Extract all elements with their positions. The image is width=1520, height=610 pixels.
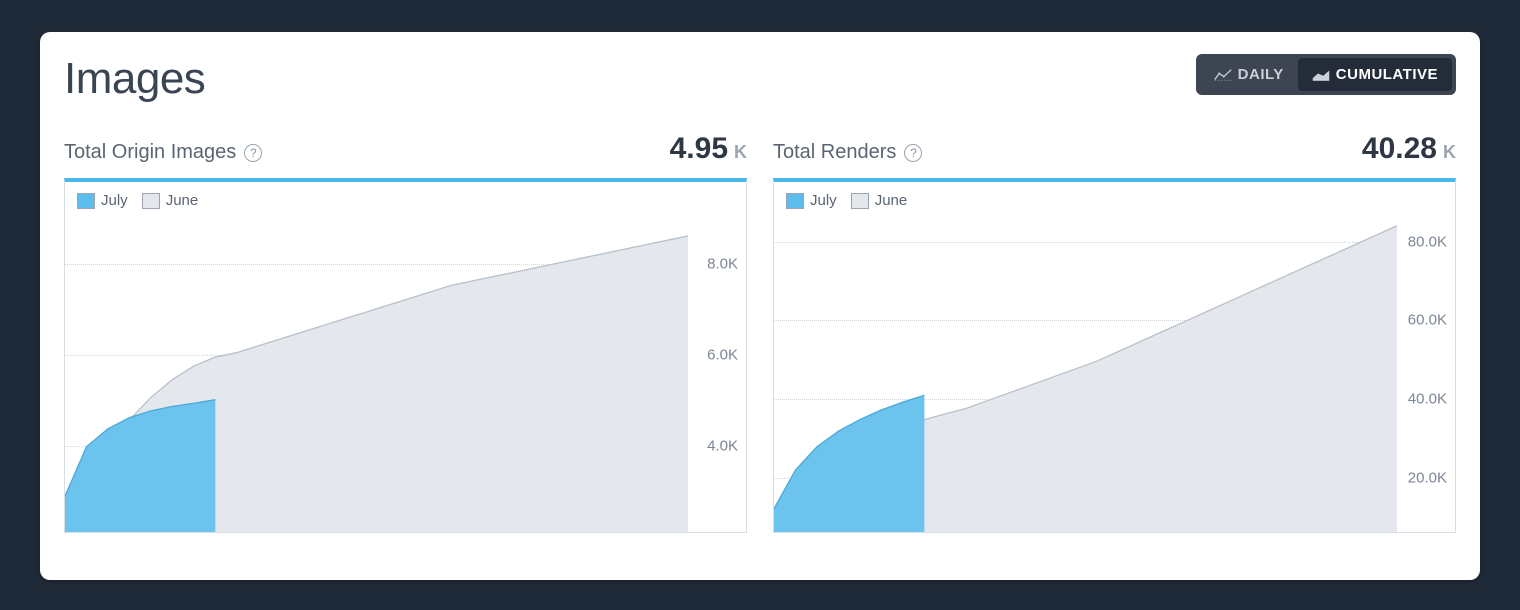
y-tick-label: 4.0K xyxy=(707,437,738,454)
plot-area xyxy=(65,218,688,532)
chart-title: Total Origin Images xyxy=(64,141,236,164)
chart-metric: 4.95 K xyxy=(670,132,747,166)
legend-label-june: June xyxy=(875,192,908,209)
cumulative-label: CUMULATIVE xyxy=(1336,66,1438,83)
metric-unit: K xyxy=(734,142,747,163)
y-tick-label: 60.0K xyxy=(1408,312,1447,329)
cumulative-toggle[interactable]: CUMULATIVE xyxy=(1298,58,1452,91)
legend-item-july: July xyxy=(786,192,837,209)
legend-item-july: July xyxy=(77,192,128,209)
help-icon[interactable]: ? xyxy=(904,144,922,162)
legend-label-july: July xyxy=(101,192,128,209)
line-chart-icon xyxy=(1214,68,1232,82)
swatch-july xyxy=(77,193,95,209)
chart-card-renders: Total Renders ? 40.28 K July June xyxy=(773,132,1456,533)
chart-legend: July June xyxy=(77,192,198,209)
metric-unit: K xyxy=(1443,142,1456,163)
legend-label-june: June xyxy=(166,192,199,209)
images-panel: Images DAILY CUMULATIVE xyxy=(40,32,1480,580)
chart-box: July June 8.0K 6.0K 4.0K xyxy=(64,178,747,533)
y-tick-label: 8.0K xyxy=(707,255,738,272)
swatch-july xyxy=(786,193,804,209)
chart-title-left: Total Renders ? xyxy=(773,141,922,164)
metric-value: 40.28 xyxy=(1362,132,1437,166)
chart-title-left: Total Origin Images ? xyxy=(64,141,262,164)
daily-label: DAILY xyxy=(1238,66,1284,83)
chart-title: Total Renders xyxy=(773,141,896,164)
chart-box: July June 80.0K 60.0K 40.0K 20.0K xyxy=(773,178,1456,533)
chart-card-origin-images: Total Origin Images ? 4.95 K July Jun xyxy=(64,132,747,533)
help-icon[interactable]: ? xyxy=(244,144,262,162)
chart-title-row: Total Renders ? 40.28 K xyxy=(773,132,1456,166)
series-area xyxy=(774,395,924,532)
chart-legend: July June xyxy=(786,192,907,209)
area-chart-icon xyxy=(1312,68,1330,82)
series-area xyxy=(65,400,215,532)
plot-area xyxy=(774,218,1397,532)
legend-label-july: July xyxy=(810,192,837,209)
daily-toggle[interactable]: DAILY xyxy=(1200,58,1298,91)
chart-title-row: Total Origin Images ? 4.95 K xyxy=(64,132,747,166)
swatch-june xyxy=(851,193,869,209)
swatch-june xyxy=(142,193,160,209)
page-title: Images xyxy=(64,54,205,104)
chart-metric: 40.28 K xyxy=(1362,132,1456,166)
charts-row: Total Origin Images ? 4.95 K July Jun xyxy=(64,132,1456,533)
y-tick-label: 40.0K xyxy=(1408,391,1447,408)
metric-value: 4.95 xyxy=(670,132,728,166)
panel-header: Images DAILY CUMULATIVE xyxy=(64,54,1456,104)
y-tick-label: 20.0K xyxy=(1408,469,1447,486)
y-tick-label: 80.0K xyxy=(1408,233,1447,250)
y-tick-label: 6.0K xyxy=(707,346,738,363)
legend-item-june: June xyxy=(851,192,908,209)
view-toggle: DAILY CUMULATIVE xyxy=(1196,54,1456,95)
legend-item-june: June xyxy=(142,192,199,209)
